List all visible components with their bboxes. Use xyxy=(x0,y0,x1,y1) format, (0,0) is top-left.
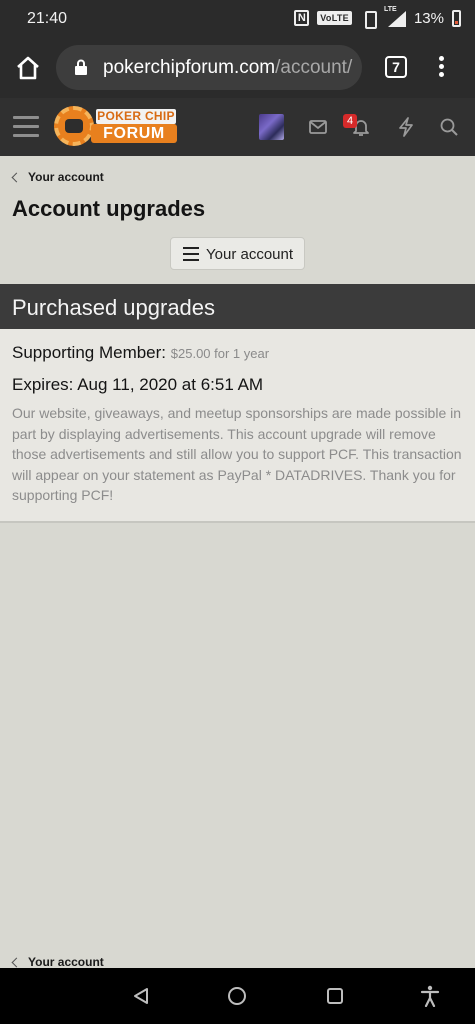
volte-indicator: VoLTE xyxy=(317,11,352,25)
lte-label: LTE xyxy=(383,6,397,13)
upgrade-item: Supporting Member: $25.00 for 1 year Exp… xyxy=(0,329,475,523)
url-path: /account/ xyxy=(275,57,353,78)
menu-icon[interactable] xyxy=(13,116,39,138)
breadcrumb-label: Your account xyxy=(28,170,104,184)
logo-chip-icon xyxy=(54,106,94,146)
upgrade-cost: $25.00 for 1 year xyxy=(170,346,270,361)
chevron-left-icon xyxy=(11,172,22,182)
upgrade-name: Supporting Member: xyxy=(12,343,167,362)
section-heading: Purchased upgrades xyxy=(0,284,475,329)
alerts-badge: 4 xyxy=(343,114,357,128)
bottom-breadcrumb[interactable]: Your account xyxy=(11,955,104,969)
breadcrumb[interactable]: Your account xyxy=(11,170,104,184)
recents-icon[interactable] xyxy=(327,988,343,1004)
upgrade-title: Supporting Member: $25.00 for 1 year xyxy=(12,343,269,363)
battery-icon xyxy=(452,9,461,27)
chevron-left-icon xyxy=(11,957,22,967)
url-bar[interactable]: pokerchipforum.com/account/ xyxy=(56,45,362,90)
home-nav-icon[interactable] xyxy=(228,987,246,1005)
bottom-breadcrumb-label: Your account xyxy=(28,955,104,969)
home-icon[interactable] xyxy=(15,56,41,80)
tab-switcher-button[interactable]: 7 xyxy=(385,56,407,78)
site-logo[interactable]: POKER CHIP FORUM xyxy=(54,106,178,148)
nfc-icon: N xyxy=(294,10,310,26)
search-icon[interactable] xyxy=(439,117,459,137)
upgrade-description: Our website, giveaways, and meetup spons… xyxy=(12,405,462,503)
system-nav-bar xyxy=(0,968,475,1024)
bolt-icon[interactable] xyxy=(396,117,416,137)
mail-icon[interactable] xyxy=(308,117,328,137)
account-nav-button[interactable]: Your account xyxy=(170,237,305,270)
url-text: pokerchipforum.com/account/ xyxy=(103,57,352,79)
account-nav-label: Your account xyxy=(206,246,294,263)
status-time: 21:40 xyxy=(27,10,68,27)
lock-icon xyxy=(75,59,87,75)
battery-percent: 13% xyxy=(413,9,444,27)
vibrate-icon xyxy=(360,10,378,29)
site-header: POKER CHIP FORUM xyxy=(0,98,475,156)
logo-text-bottom: FORUM xyxy=(91,124,177,143)
page-title: Account upgrades xyxy=(12,196,206,221)
upgrade-expiry: Expires: Aug 11, 2020 at 6:51 AM xyxy=(12,375,264,394)
browser-toolbar: pokerchipforum.com/account/ 7 xyxy=(0,38,475,98)
status-bar: 21:40 N VoLTE LTE 13% xyxy=(0,0,475,38)
back-icon[interactable] xyxy=(133,987,149,1005)
logo-text-top: POKER CHIP xyxy=(96,109,176,124)
url-domain: pokerchipforum.com xyxy=(103,57,276,78)
accessibility-icon[interactable] xyxy=(420,985,440,1007)
browser-menu-icon[interactable] xyxy=(436,56,446,80)
list-icon xyxy=(183,247,199,261)
avatar[interactable] xyxy=(259,114,284,140)
signal-icon: LTE xyxy=(383,6,406,27)
status-icons: N VoLTE LTE 13% xyxy=(294,6,461,29)
